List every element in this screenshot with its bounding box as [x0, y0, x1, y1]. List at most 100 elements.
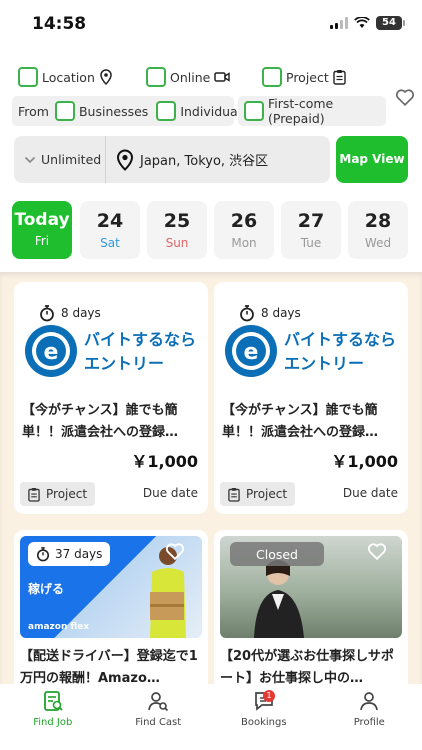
- svg-text:e: e: [244, 340, 259, 365]
- job-title: 【今がチャンス】誰でも簡単！！派遣会社への登録…: [22, 403, 179, 440]
- date-weekday: Sat: [100, 236, 120, 250]
- online-checkbox[interactable]: [146, 67, 166, 87]
- battery-icon: 54: [376, 16, 405, 30]
- days-remaining: 8 days: [239, 304, 301, 322]
- job-card[interactable]: 8 days e バイトするなら エントリー 【今がチャンス】誰でも簡単！！派遣…: [214, 282, 408, 514]
- date-number: Today: [14, 210, 70, 230]
- due-date: Due date: [142, 486, 198, 500]
- tab-label: Find Cast: [135, 717, 182, 728]
- logo-text: バイトするなら エントリー: [284, 330, 397, 373]
- signal-icon: [330, 17, 348, 29]
- date-weekday: Mon: [231, 236, 257, 250]
- status-bar: 14:58 54: [0, 0, 422, 48]
- days-remaining: 37 days: [28, 542, 111, 566]
- businesses-checkbox[interactable]: [54, 101, 75, 121]
- businesswoman-figure: [254, 560, 304, 638]
- filter-online-label: Online: [170, 69, 211, 85]
- filter-first-come[interactable]: First-come (Prepaid): [238, 96, 386, 126]
- tab-profile[interactable]: Profile: [317, 684, 422, 750]
- date-26[interactable]: 26 Mon: [214, 201, 274, 259]
- notification-badge: 1: [263, 690, 275, 702]
- photo-brand: amazon flex: [28, 622, 90, 632]
- date-number: 28: [364, 210, 392, 232]
- date-27[interactable]: 27 Tue: [281, 201, 341, 259]
- filter-from-chip: From Businesses Individuals: [12, 96, 248, 126]
- days-text: 8 days: [61, 306, 101, 320]
- tab-find-job[interactable]: Find Job: [0, 684, 106, 750]
- range-value: Unlimited: [41, 152, 102, 167]
- date-weekday: Sun: [165, 236, 189, 250]
- first-come-checkbox[interactable]: [244, 101, 264, 121]
- location-pin-icon: [116, 148, 134, 171]
- job-card[interactable]: Closed 【20代が選ぶお仕事探しサポート】お仕事探し中の…: [214, 530, 408, 700]
- location-field[interactable]: Japan, Tokyo, 渋谷区: [106, 148, 269, 171]
- days-remaining: 8 days: [39, 304, 101, 322]
- days-text: 8 days: [261, 306, 301, 320]
- date-28[interactable]: 28 Wed: [348, 201, 408, 259]
- clipboard-icon: [28, 487, 40, 502]
- chevron-down-icon: [24, 156, 36, 163]
- svg-text:e: e: [44, 340, 59, 365]
- filter-location-label: Location: [42, 69, 95, 85]
- job-card[interactable]: 稼げる amazon flex 37 days 【配送ドライバー】登録迄で1万円…: [14, 530, 208, 700]
- photo-caption: 稼げる: [28, 582, 65, 596]
- clipboard-icon: [228, 487, 240, 502]
- location-checkbox[interactable]: [18, 67, 38, 87]
- filter-project-label: Project: [286, 69, 329, 85]
- job-price: ￥1,000: [331, 452, 398, 471]
- job-card[interactable]: 8 days e バイトするなら エントリー 【今がチャンス】誰でも簡単！！派遣…: [14, 282, 208, 514]
- favorite-heart-icon[interactable]: [366, 540, 388, 562]
- filter-first-come-label: First-come (Prepaid): [268, 96, 334, 126]
- status-icons: 54: [330, 16, 405, 30]
- range-dropdown[interactable]: Unlimited: [14, 136, 106, 183]
- date-24[interactable]: 24 Sat: [80, 201, 140, 259]
- map-view-button[interactable]: Map View: [336, 136, 408, 183]
- wifi-icon: [354, 17, 370, 28]
- find-job-icon: [43, 691, 63, 711]
- project-checkbox[interactable]: [262, 67, 282, 87]
- filter-project[interactable]: Project: [262, 67, 346, 87]
- stopwatch-icon: [40, 305, 54, 322]
- find-cast-icon: [148, 692, 169, 712]
- closed-badge: Closed: [230, 542, 324, 566]
- favorite-heart-icon[interactable]: [394, 86, 416, 108]
- tab-label: Bookings: [240, 717, 287, 728]
- job-title: 【今がチャンス】誰でも簡単！！派遣会社への登録…: [222, 403, 379, 440]
- date-number: 25: [163, 210, 191, 232]
- entry-logo: e バイトするなら エントリー: [22, 322, 202, 380]
- location-value: Japan, Tokyo, 渋谷区: [140, 154, 269, 169]
- date-number: 24: [96, 210, 124, 232]
- status-time: 14:58: [32, 14, 87, 34]
- date-number: 26: [230, 210, 258, 232]
- tab-label: Profile: [353, 717, 385, 728]
- location-pin-icon: [100, 69, 112, 85]
- project-tag: Project: [20, 482, 96, 506]
- project-tag: Project: [220, 482, 296, 506]
- date-weekday: Wed: [364, 236, 392, 250]
- stopwatch-icon: [240, 305, 254, 322]
- date-today[interactable]: Today Fri: [12, 201, 72, 259]
- date-number: 27: [297, 210, 325, 232]
- stopwatch-icon: [36, 547, 50, 562]
- favorite-heart-icon[interactable]: [164, 540, 186, 562]
- tab-find-cast[interactable]: Find Cast: [106, 684, 212, 750]
- filter-location[interactable]: Location: [18, 67, 113, 87]
- job-price: ￥1,000: [131, 452, 198, 471]
- search-box[interactable]: Unlimited Japan, Tokyo, 渋谷区: [14, 136, 330, 183]
- profile-icon: [360, 692, 379, 711]
- project-tag-label: Project: [246, 487, 288, 501]
- clipboard-icon: [333, 70, 346, 85]
- bottom-tab-bar: Find Job Find Cast Bookings Profile: [0, 684, 422, 750]
- project-tag-label: Project: [46, 487, 88, 501]
- filter-businesses-label[interactable]: Businesses: [79, 104, 148, 119]
- date-weekday: Fri: [34, 234, 50, 248]
- entry-logo: e バイトするなら エントリー: [222, 322, 402, 380]
- tab-label: Find Job: [33, 717, 73, 728]
- date-25[interactable]: 25 Sun: [147, 201, 207, 259]
- video-icon: [214, 72, 231, 82]
- days-text: 37 days: [55, 547, 103, 561]
- individuals-checkbox[interactable]: [156, 101, 177, 121]
- filter-online[interactable]: Online: [146, 67, 231, 87]
- date-weekday: Tue: [300, 236, 322, 250]
- due-date: Due date: [342, 486, 398, 500]
